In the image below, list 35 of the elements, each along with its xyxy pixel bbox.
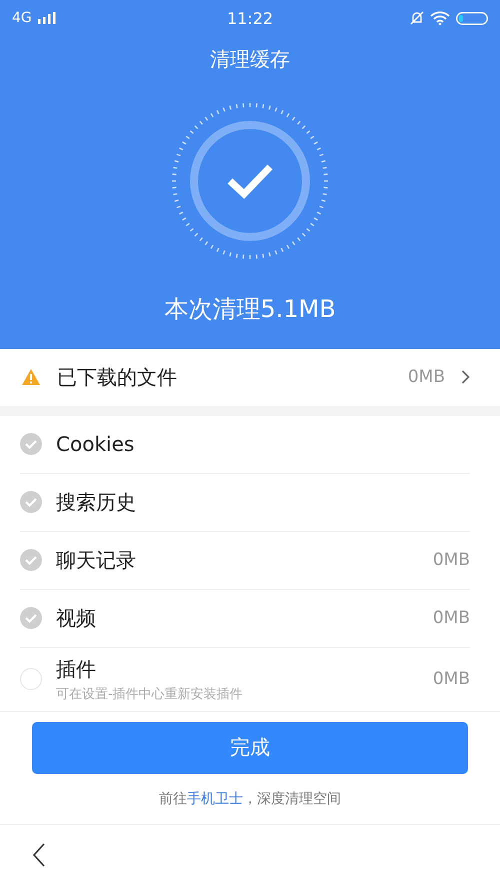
signal-icon [38, 12, 56, 24]
cache-item-row[interactable]: 搜索历史 [20, 474, 470, 532]
cache-item-row[interactable]: 聊天记录 0MB [20, 532, 470, 590]
item-size: 0MB [432, 669, 470, 690]
item-label: 插件 [56, 656, 97, 683]
checked-circle-icon[interactable] [20, 433, 42, 456]
muted-bell-icon [410, 11, 424, 25]
wifi-icon [430, 11, 450, 25]
back-icon[interactable] [32, 843, 46, 867]
checked-circle-icon[interactable] [20, 549, 42, 572]
checked-circle-icon[interactable] [20, 607, 42, 630]
row-label: 已下载的文件 [57, 364, 178, 391]
battery-icon [456, 12, 488, 24]
item-label: Cookies [56, 432, 136, 456]
cache-item-row[interactable]: 插件 可在设置-插件中心重新安装插件 0MB [20, 648, 470, 711]
unchecked-circle-icon[interactable] [20, 668, 42, 690]
cache-item-row[interactable]: 视频 0MB [20, 590, 470, 648]
cleaned-amount: 本次清理5.1MB [164, 294, 336, 325]
item-size: 0MB [432, 608, 470, 628]
clock: 11:22 [226, 8, 274, 28]
item-size: 0MB [432, 550, 470, 570]
item-note: 可在设置-插件中心重新安装插件 [56, 686, 244, 703]
row-size: 0MB [408, 367, 445, 388]
chevron-right-icon [461, 370, 470, 384]
checked-circle-icon[interactable] [20, 491, 42, 514]
item-label: 搜索历史 [56, 488, 137, 516]
network-type: 4G [12, 10, 32, 26]
warning-icon [21, 368, 41, 386]
cache-item-row[interactable]: Cookies [20, 416, 470, 474]
page-title: 清理缓存 [210, 46, 290, 73]
item-label: 聊天记录 [56, 546, 137, 574]
item-label: 视频 [56, 604, 97, 632]
footer-note: 前往手机卫士，深度清理空间 [159, 790, 341, 808]
downloaded-files-row[interactable]: 已下载的文件 0MB [0, 348, 500, 406]
phone-guard-link[interactable]: 手机卫士 [187, 790, 243, 807]
